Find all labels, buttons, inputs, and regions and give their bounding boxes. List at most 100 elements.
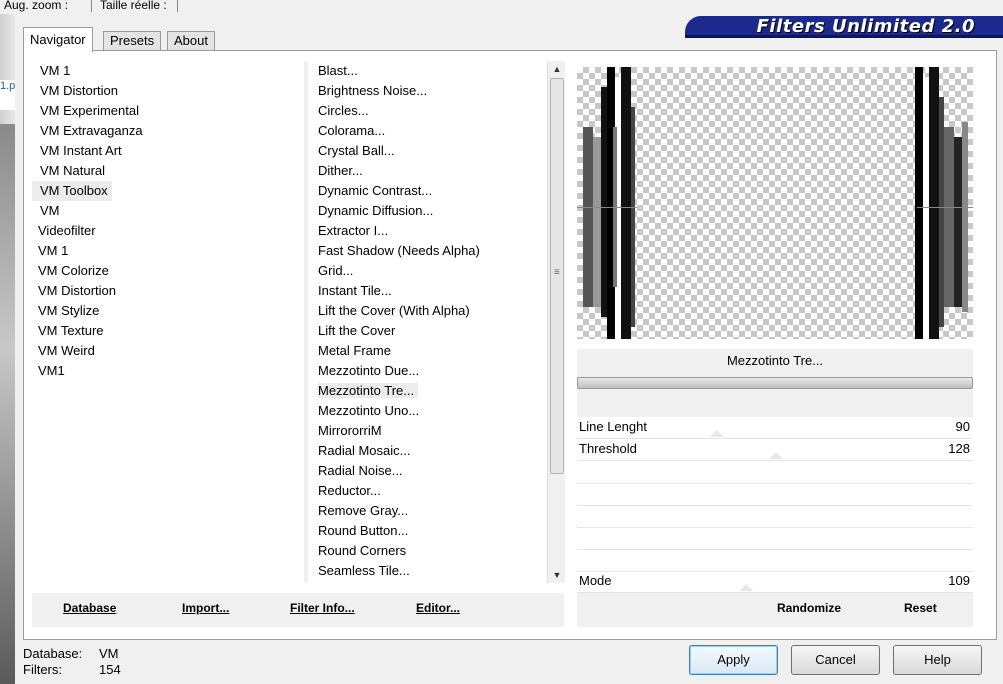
empty-param-row [577,527,973,528]
filter-item[interactable]: Seamless Tile... [308,561,547,581]
param-label: Mode [579,573,612,588]
filter-info-button[interactable]: Filter Info... [290,601,355,615]
category-item[interactable]: VM Colorize [32,261,294,281]
filter-item[interactable]: Colorama... [308,121,547,141]
slider-thumb-icon[interactable] [769,452,783,459]
tab-navigator[interactable]: Navigator [23,27,93,52]
filter-item[interactable]: Metal Frame [308,341,547,361]
scroll-down-arrow-icon[interactable]: ▼ [548,567,566,583]
category-item[interactable]: VM Texture [32,321,294,341]
randomize-button[interactable]: Randomize [777,601,841,615]
filter-item-label: Radial Noise... [318,463,403,478]
filter-item[interactable]: Mezzotinto Due... [308,361,547,381]
filter-item[interactable]: Circles... [308,101,547,121]
filter-item[interactable]: Grid... [308,261,547,281]
slider-thumb-icon[interactable] [739,584,753,591]
filter-item[interactable]: Dither... [308,161,547,181]
navigator-button-bar: Database Import... Filter Info... Editor… [32,593,564,627]
category-item[interactable]: VM 1 [32,61,294,81]
parameter-button-bar: Randomize Reset [577,593,973,627]
filter-item-label: Circles... [318,103,369,118]
filter-item-label: Instant Tile... [318,283,392,298]
filter-item[interactable]: Crystal Ball... [308,141,547,161]
filter-item-label: Mezzotinto Due... [318,363,420,378]
import-button[interactable]: Import... [182,601,229,615]
filter-item-label: Radial Mosaic... [318,443,411,458]
filter-item[interactable]: Instant Tile... [308,281,547,301]
actual-size-label: Taille réelle : [100,0,167,12]
banner-title: Filters Unlimited 2.0 [756,16,975,37]
filter-item-label: Dither... [318,163,363,178]
filter-item[interactable]: Mezzotinto Uno... [308,401,547,421]
category-item[interactable]: VM Extravaganza [32,121,294,141]
filter-item-label: MirrororriM [318,423,382,438]
filter-item[interactable]: Fast Shadow (Needs Alpha) [308,241,547,261]
reset-button[interactable]: Reset [904,601,937,615]
filter-list[interactable]: Blast... Brightness Noise... Circles... Col… [304,61,547,583]
filter-item[interactable]: Blast... [308,61,547,81]
filter-item[interactable]: Reductor... [308,481,547,501]
filter-item[interactable]: Lift the Cover [308,321,547,341]
category-item[interactable]: VM 1 [32,241,294,261]
filter-item[interactable]: MirrororriM [308,421,547,441]
cancel-button[interactable]: Cancel [791,645,880,675]
category-item[interactable]: VM Experimental [32,101,294,121]
parameter-area: Line Lenght 90 Threshold 128 Mode 109 [577,417,973,593]
filter-item-selected[interactable]: Mezzotinto Tre... [308,381,547,401]
filter-item[interactable]: Brightness Noise... [308,81,547,101]
param-line-lenght[interactable]: Line Lenght 90 [577,417,973,439]
filter-item[interactable]: Radial Noise... [308,461,547,481]
filter-item[interactable]: Round Corners [308,541,547,561]
param-value: 128 [948,441,970,456]
category-item[interactable]: VM Weird [32,341,294,361]
param-mode[interactable]: Mode 109 [577,571,973,593]
category-item[interactable]: VM Distortion [32,281,294,301]
filter-item[interactable]: Remove Gray... [308,501,547,521]
filter-item-label: Reductor... [318,483,381,498]
category-item[interactable]: VM [32,201,294,221]
filter-item[interactable]: Dynamic Contrast... [308,181,547,201]
category-item[interactable]: Videofilter [32,221,294,241]
filter-item-label: Mezzotinto Tre... [318,383,419,398]
empty-param-row [577,549,973,550]
category-item[interactable]: VM Stylize [32,301,294,321]
filter-item[interactable]: Dynamic Diffusion... [308,201,547,221]
host-file-tab[interactable]: 1.p [0,80,15,110]
host-image-area [0,124,15,684]
scroll-up-arrow-icon[interactable]: ▲ [548,61,566,77]
apply-button[interactable]: Apply [689,645,778,675]
filter-item-label: Lift the Cover (With Alpha) [318,303,470,318]
tab-about[interactable]: About [167,31,215,51]
category-item[interactable]: VM Distortion [32,81,294,101]
filter-item-label: Metal Frame [318,343,391,358]
tab-presets[interactable]: Presets [103,31,162,51]
toolbar-separator [91,0,92,12]
database-button[interactable]: Database [63,601,116,615]
preview-image [577,67,973,339]
filter-item[interactable]: Round Button... [308,521,547,541]
filter-title-area: Mezzotinto Tre... [577,349,973,417]
editor-button[interactable]: Editor... [416,601,460,615]
filters-status-label: Filters: [23,662,62,677]
filter-item[interactable]: Lift the Cover (With Alpha) [308,301,547,321]
zoom-label: Aug. zoom : [4,0,69,12]
category-item[interactable]: VM Natural [32,161,294,181]
slider-thumb-icon[interactable] [710,430,724,437]
filter-list-scrollbar[interactable]: ▲ ≡ ▼ [547,61,565,583]
filter-item[interactable]: Extractor I... [308,221,547,241]
right-streak-group [915,67,973,339]
category-item[interactable]: VM Instant Art [32,141,294,161]
help-button[interactable]: Help [893,645,982,675]
navigator-panel: VM 1 VM Distortion VM Experimental VM Extra… [23,50,997,640]
category-list[interactable]: VM 1 VM Distortion VM Experimental VM Extra… [32,61,294,381]
category-item-selected[interactable]: VM Toolbox [32,181,112,201]
empty-param-row [577,505,973,506]
filter-item-label: Colorama... [318,123,386,138]
filter-item[interactable]: Slipthrough... [308,581,547,583]
scroll-thumb[interactable]: ≡ [550,78,564,474]
param-threshold[interactable]: Threshold 128 [577,439,973,461]
filter-item-label: Round Button... [318,523,409,538]
category-item[interactable]: VM1 [32,361,294,381]
title-banner: Filters Unlimited 2.0 [685,16,1003,38]
filter-item[interactable]: Radial Mosaic... [308,441,547,461]
